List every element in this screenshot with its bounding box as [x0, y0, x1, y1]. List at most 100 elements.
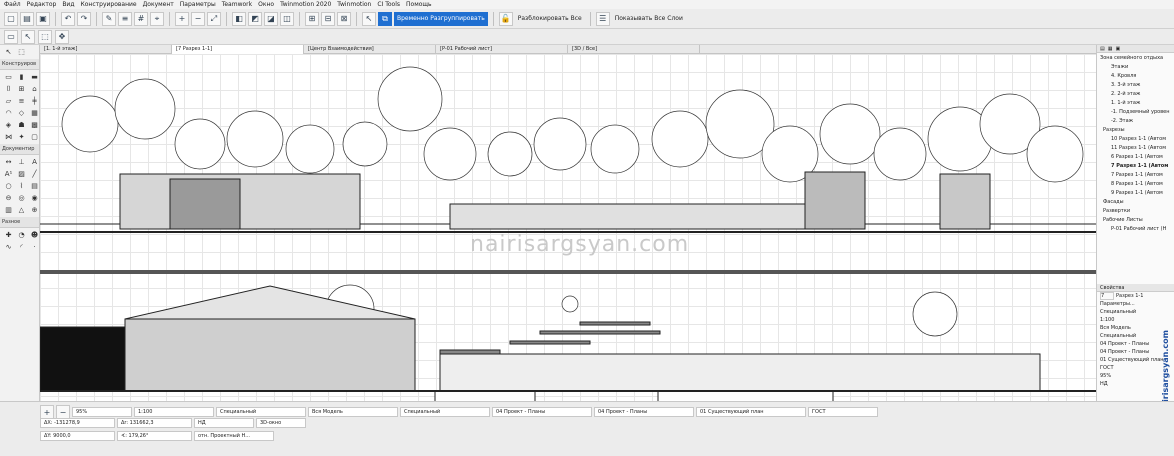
regroup-icon[interactable]: ⧉ [378, 11, 392, 26]
arc-icon[interactable]: ◜ [16, 242, 27, 252]
layers-icon[interactable]: ≡ [118, 11, 132, 26]
override-field[interactable]: 04 Проект - Планы [492, 407, 592, 417]
menu-document[interactable]: Документ [143, 1, 174, 8]
property-id[interactable]: 7 [1100, 292, 1114, 300]
zoom-in-icon[interactable]: + [175, 11, 189, 26]
curtain-wall-icon[interactable]: ▦ [29, 108, 40, 118]
slab-icon[interactable]: ▱ [3, 96, 14, 106]
wall-icon[interactable]: ▭ [3, 72, 14, 82]
shell-icon[interactable]: ◠ [3, 108, 14, 118]
door-icon[interactable]: ⌷ [3, 84, 14, 94]
renovation-field[interactable]: 04 Проект - Планы [594, 407, 694, 417]
navigator-item[interactable]: Развертки [1097, 206, 1174, 215]
detail-icon[interactable]: ◉ [29, 193, 40, 203]
three-d-button[interactable]: 3D-окно [256, 418, 306, 428]
property-item[interactable]: Специальный [1097, 308, 1174, 316]
show-all-layers-button[interactable]: Показывать Все Слои [612, 15, 686, 22]
mesh-icon[interactable]: ⋈ [3, 132, 14, 142]
menu-options[interactable]: Параметры [180, 1, 216, 8]
line-icon[interactable]: ╱ [29, 169, 40, 179]
zoom-field[interactable]: 95% [72, 407, 132, 417]
menu-ci-tools[interactable]: CI Tools [377, 1, 400, 8]
structure-field[interactable]: Специальный [216, 407, 306, 417]
grid-tool-icon[interactable]: ⊕ [29, 205, 40, 215]
box-icon[interactable]: ◧ [232, 11, 246, 26]
toolbox-section-design[interactable]: Конструиров [0, 59, 39, 70]
new-icon[interactable]: ▢ [4, 11, 18, 26]
section-tool-icon[interactable]: ⊖ [3, 193, 14, 203]
unlock-icon[interactable]: 🔓 [498, 11, 513, 26]
tab-floor-1[interactable]: [1. 1-й этаж] [40, 45, 172, 54]
grid-icon[interactable]: # [134, 11, 148, 26]
navigator-item[interactable]: 2. 2-й этаж [1097, 89, 1174, 98]
project-map-icon[interactable]: ▤ [1100, 46, 1105, 52]
view-map-icon[interactable]: ▦ [1108, 46, 1113, 52]
navigator-item[interactable]: Разрезы [1097, 125, 1174, 134]
section-icon[interactable]: ◫ [280, 11, 294, 26]
zoom-in-status-icon[interactable]: + [40, 405, 54, 419]
navigator-item[interactable]: 10 Разрез 1-1 (Автом [1097, 134, 1174, 143]
marquee-icon[interactable]: ⬚ [38, 29, 52, 44]
arrow-icon[interactable]: ↖ [21, 29, 35, 44]
zone-icon[interactable]: ▩ [29, 120, 40, 130]
zoom-out-status-icon[interactable]: − [56, 405, 70, 419]
save-icon[interactable]: ▣ [36, 11, 50, 26]
dimension-icon[interactable]: ↔ [3, 157, 14, 167]
lamp-icon[interactable]: ✦ [16, 132, 27, 142]
arrow-tool-icon[interactable]: ↖ [3, 47, 14, 57]
level-dimension-icon[interactable]: ⊥ [16, 157, 27, 167]
dimension-standard-field[interactable]: ГОСТ [808, 407, 878, 417]
pointer-icon[interactable]: ↖ [362, 11, 376, 26]
polyline-icon[interactable]: ⌇ [16, 181, 27, 191]
menu-teamwork[interactable]: Teamwork [222, 1, 252, 8]
navigator-item[interactable]: 7 Разрез 1-1 (Автом [1097, 161, 1174, 170]
menu-twinmotion-2020[interactable]: Twinmotion 2020 [280, 1, 331, 8]
layout-icon[interactable]: ▭ [4, 29, 18, 44]
toolbox-section-more[interactable]: Разное [0, 217, 39, 228]
menu-design[interactable]: Конструирование [80, 1, 136, 8]
snap-icon[interactable]: ⌖ [150, 11, 164, 26]
navigator-item[interactable]: 6 Разрез 1-1 (Автом [1097, 152, 1174, 161]
show-layers-icon[interactable]: ☰ [595, 11, 610, 26]
model-view-field[interactable]: Вся Модель [308, 407, 398, 417]
roof-icon[interactable]: ⌂ [29, 84, 40, 94]
stair-icon[interactable]: ≡ [16, 96, 27, 106]
opening-icon[interactable]: ▢ [29, 132, 40, 142]
label-icon[interactable]: A¹ [3, 169, 14, 179]
property-item[interactable]: 1:100 [1097, 316, 1174, 324]
properties-id-row[interactable]: 7 Разрез 1-1 [1097, 292, 1174, 300]
beam-icon[interactable]: ▬ [29, 72, 40, 82]
renovation-filter-field[interactable]: 01 Существующий план [696, 407, 806, 417]
object-icon[interactable]: ☗ [16, 120, 27, 130]
tab-interaction-center[interactable]: [Центр Взаимодействия] [304, 45, 436, 54]
tab-3d-all[interactable]: [3D / Все] [568, 45, 700, 54]
navigator-item[interactable]: Этажи [1097, 62, 1174, 71]
change-icon[interactable]: △ [16, 205, 27, 215]
navigator-item[interactable]: 9 Разрез 1-1 (Автом [1097, 188, 1174, 197]
unlock-all-button[interactable]: Разблокировать Все [515, 15, 585, 22]
undo-icon[interactable]: ↶ [61, 11, 75, 26]
navigator-item[interactable]: 11 Разрез 1-1 (Автом [1097, 143, 1174, 152]
pan-icon[interactable]: ✥ [55, 29, 69, 44]
regroup-button[interactable]: Временно Разгруппировать [394, 11, 488, 26]
toolbox-section-document[interactable]: Документир [0, 144, 39, 155]
menu-help[interactable]: Помощь [406, 1, 432, 8]
fit-icon[interactable]: ⤢ [207, 11, 221, 26]
column-icon[interactable]: ▮ [16, 72, 27, 82]
menu-window[interactable]: Окно [258, 1, 274, 8]
menu-view[interactable]: Вид [62, 1, 74, 8]
render-icon[interactable]: ◪ [264, 11, 278, 26]
navigator-item[interactable]: P-01 Рабочий лист (Н [1097, 224, 1174, 233]
ungroup-icon[interactable]: ⊟ [321, 11, 335, 26]
layout-book-icon[interactable]: ▣ [1115, 46, 1120, 52]
elevation-icon[interactable]: ◎ [16, 193, 27, 203]
skylight-icon[interactable]: ◇ [16, 108, 27, 118]
circle-icon[interactable]: ○ [3, 181, 14, 191]
property-name[interactable]: Разрез 1-1 [1116, 293, 1143, 299]
menu-file[interactable]: Файл [4, 1, 21, 8]
spline-icon[interactable]: ∿ [3, 242, 14, 252]
navigator-item[interactable]: Рабочие Листы [1097, 215, 1174, 224]
navigator-item[interactable]: 7 Разрез 1-1 (Автом [1097, 170, 1174, 179]
navigator-item[interactable]: -1. Подземный уровен [1097, 107, 1174, 116]
camera-icon[interactable]: ◔ [16, 230, 27, 240]
